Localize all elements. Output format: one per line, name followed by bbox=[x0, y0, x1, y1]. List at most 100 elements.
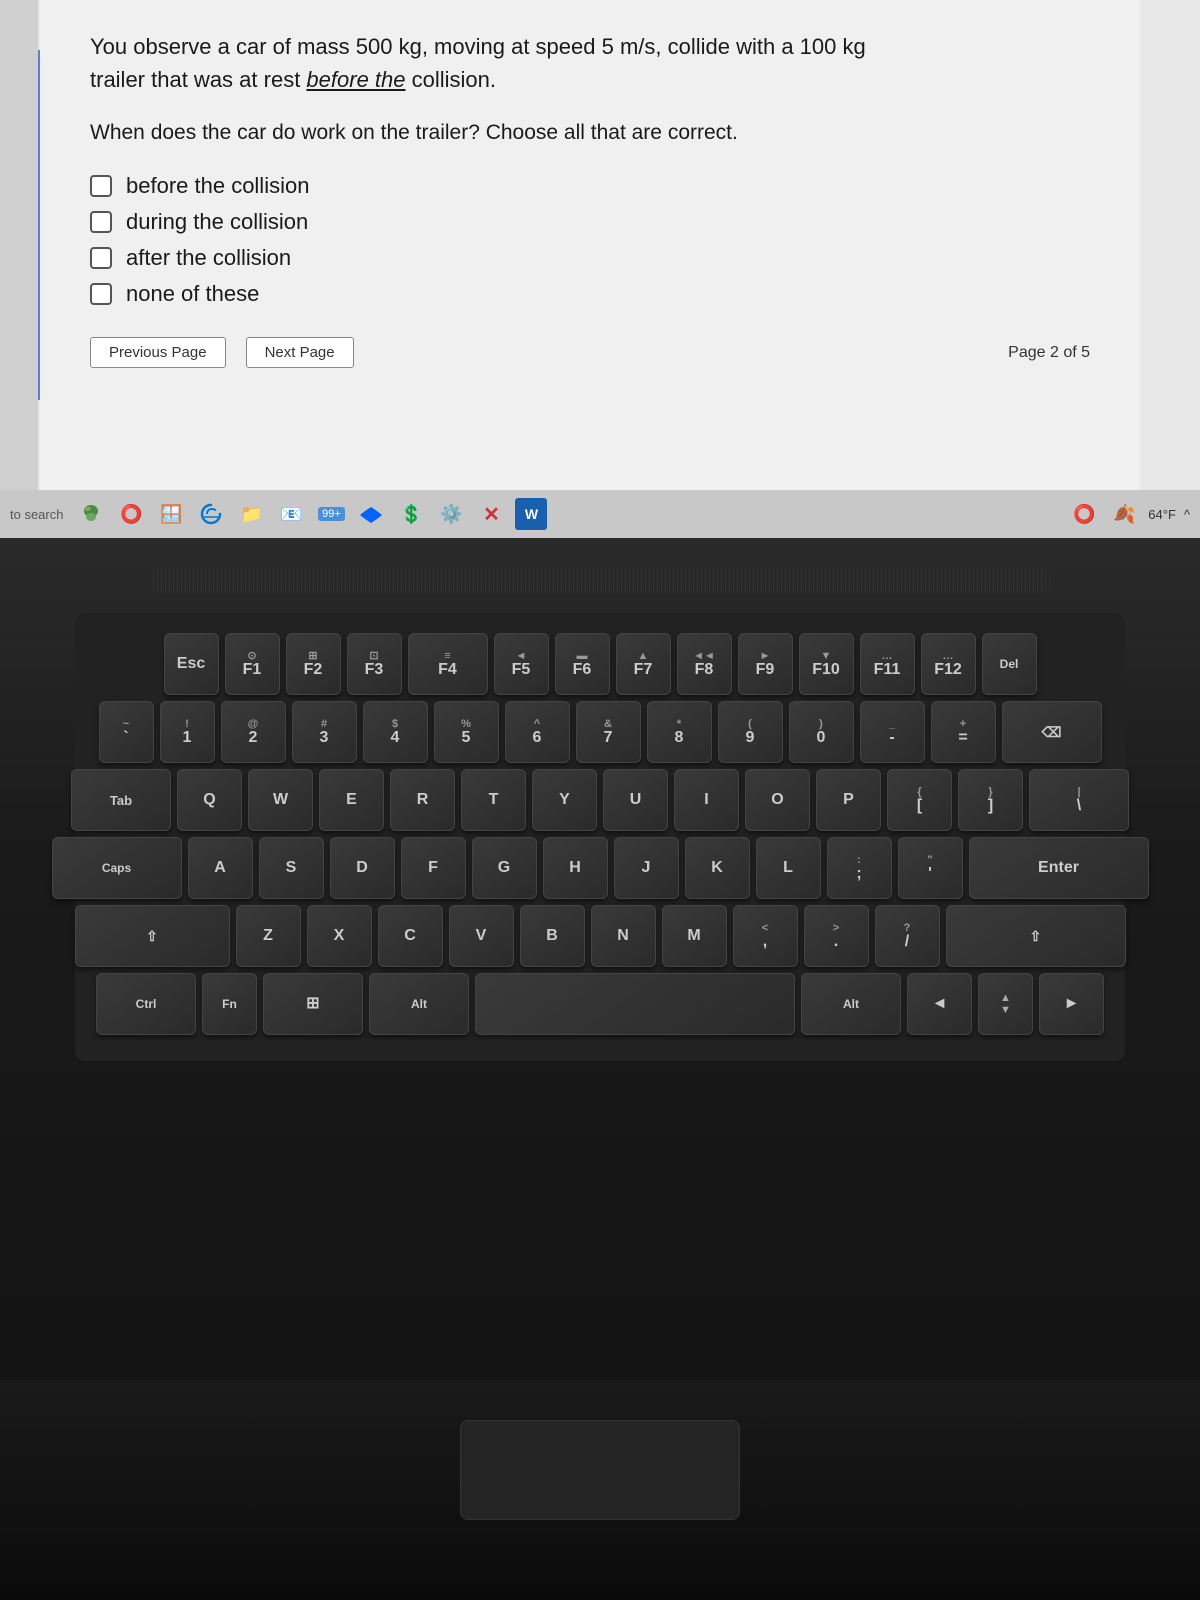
key-m[interactable]: M bbox=[662, 905, 727, 967]
key-semicolon[interactable]: :; bbox=[827, 837, 892, 899]
taskbar-x-icon[interactable]: ✕ bbox=[475, 498, 507, 530]
key-alt-right[interactable]: Alt bbox=[801, 973, 901, 1035]
prev-page-button[interactable]: Previous Page bbox=[90, 337, 226, 368]
key-7[interactable]: &7 bbox=[576, 701, 641, 763]
key-f10[interactable]: ▼F10 bbox=[799, 633, 854, 695]
taskbar-search-button[interactable]: ⭕ bbox=[115, 498, 147, 530]
key-quote[interactable]: "' bbox=[898, 837, 963, 899]
checkbox-after[interactable] bbox=[90, 247, 112, 269]
key-f12[interactable]: …F12 bbox=[921, 633, 976, 695]
key-arrow-left[interactable]: ◄ bbox=[907, 973, 972, 1035]
taskbar-app-icon-bird[interactable] bbox=[75, 498, 107, 530]
key-i[interactable]: I bbox=[674, 769, 739, 831]
key-space[interactable] bbox=[475, 973, 795, 1035]
key-z[interactable]: Z bbox=[236, 905, 301, 967]
key-q[interactable]: Q bbox=[177, 769, 242, 831]
taskbar-word-icon[interactable]: W bbox=[515, 498, 547, 530]
taskbar-badge-icon[interactable]: 99+ bbox=[315, 498, 347, 530]
key-y[interactable]: Y bbox=[532, 769, 597, 831]
checkbox-before[interactable] bbox=[90, 175, 112, 197]
taskbar-settings-icon[interactable]: ⚙️ bbox=[435, 498, 467, 530]
key-enter[interactable]: Enter bbox=[969, 837, 1149, 899]
key-f5[interactable]: ◄F5 bbox=[494, 633, 549, 695]
key-shift-left[interactable]: ⇧ bbox=[75, 905, 230, 967]
key-f1[interactable]: ⊙F1 bbox=[225, 633, 280, 695]
key-fn[interactable]: Fn bbox=[202, 973, 257, 1035]
key-1[interactable]: !1 bbox=[160, 701, 215, 763]
key-t[interactable]: T bbox=[461, 769, 526, 831]
key-f3[interactable]: ⊡F3 bbox=[347, 633, 402, 695]
key-f11[interactable]: …F11 bbox=[860, 633, 915, 695]
key-d[interactable]: D bbox=[330, 837, 395, 899]
key-j[interactable]: J bbox=[614, 837, 679, 899]
key-backslash[interactable]: |\ bbox=[1029, 769, 1129, 831]
key-n[interactable]: N bbox=[591, 905, 656, 967]
key-4[interactable]: $4 bbox=[363, 701, 428, 763]
key-shift-right[interactable]: ⇧ bbox=[946, 905, 1126, 967]
key-l[interactable]: L bbox=[756, 837, 821, 899]
key-tab[interactable]: Tab bbox=[71, 769, 171, 831]
key-windows[interactable]: ⊞ bbox=[263, 973, 363, 1035]
key-p[interactable]: P bbox=[816, 769, 881, 831]
key-5[interactable]: %5 bbox=[434, 701, 499, 763]
key-e[interactable]: E bbox=[319, 769, 384, 831]
key-r[interactable]: R bbox=[390, 769, 455, 831]
key-delete[interactable]: Del bbox=[982, 633, 1037, 695]
taskbar-edge-icon[interactable] bbox=[195, 498, 227, 530]
key-f8[interactable]: ◄◄F8 bbox=[677, 633, 732, 695]
key-o[interactable]: O bbox=[745, 769, 810, 831]
key-ctrl-left[interactable]: Ctrl bbox=[96, 973, 196, 1035]
key-equals[interactable]: += bbox=[931, 701, 996, 763]
choice-before[interactable]: before the collision bbox=[90, 173, 1090, 199]
key-u[interactable]: U bbox=[603, 769, 668, 831]
key-tilde[interactable]: ~` bbox=[99, 701, 154, 763]
key-escape[interactable]: Esc bbox=[164, 633, 219, 695]
key-0[interactable]: )0 bbox=[789, 701, 854, 763]
key-v[interactable]: V bbox=[449, 905, 514, 967]
key-bracket-right[interactable]: }] bbox=[958, 769, 1023, 831]
key-6[interactable]: ^6 bbox=[505, 701, 570, 763]
key-comma[interactable]: <, bbox=[733, 905, 798, 967]
key-g[interactable]: G bbox=[472, 837, 537, 899]
key-2[interactable]: @2 bbox=[221, 701, 286, 763]
choice-during[interactable]: during the collision bbox=[90, 209, 1090, 235]
key-caps[interactable]: Caps bbox=[52, 837, 182, 899]
trackpad[interactable] bbox=[460, 1420, 740, 1520]
key-f[interactable]: F bbox=[401, 837, 466, 899]
taskbar-dropbox-icon[interactable] bbox=[355, 498, 387, 530]
key-f7[interactable]: ▲F7 bbox=[616, 633, 671, 695]
key-b[interactable]: B bbox=[520, 905, 585, 967]
key-backspace[interactable]: ⌫ bbox=[1002, 701, 1102, 763]
key-3[interactable]: #3 bbox=[292, 701, 357, 763]
taskbar-circle-icon[interactable]: ⭕ bbox=[1068, 498, 1100, 530]
key-8[interactable]: *8 bbox=[647, 701, 712, 763]
key-f2[interactable]: ⊞F2 bbox=[286, 633, 341, 695]
key-9[interactable]: (9 bbox=[718, 701, 783, 763]
choice-after[interactable]: after the collision bbox=[90, 245, 1090, 271]
key-f6[interactable]: ▬F6 bbox=[555, 633, 610, 695]
choice-none[interactable]: none of these bbox=[90, 281, 1090, 307]
next-page-button[interactable]: Next Page bbox=[246, 337, 354, 368]
key-arrow-up-down[interactable]: ▲▼ bbox=[978, 973, 1033, 1035]
taskbar-weather-icon[interactable]: 🍂 bbox=[1108, 498, 1140, 530]
key-bracket-left[interactable]: {[ bbox=[887, 769, 952, 831]
key-x[interactable]: X bbox=[307, 905, 372, 967]
key-slash[interactable]: ?/ bbox=[875, 905, 940, 967]
taskbar-folder-icon[interactable]: 📁 bbox=[235, 498, 267, 530]
checkbox-none[interactable] bbox=[90, 283, 112, 305]
key-h[interactable]: H bbox=[543, 837, 608, 899]
key-k[interactable]: K bbox=[685, 837, 750, 899]
checkbox-during[interactable] bbox=[90, 211, 112, 233]
key-f4[interactable]: ≡F4 bbox=[408, 633, 488, 695]
taskbar-mail-icon[interactable]: 📧 bbox=[275, 498, 307, 530]
key-arrow-right[interactable]: ► bbox=[1039, 973, 1104, 1035]
taskbar-windows-button[interactable]: 🪟 bbox=[155, 498, 187, 530]
key-w[interactable]: W bbox=[248, 769, 313, 831]
key-alt-left[interactable]: Alt bbox=[369, 973, 469, 1035]
key-c[interactable]: C bbox=[378, 905, 443, 967]
taskbar-chevron-icon[interactable]: ^ bbox=[1184, 507, 1190, 522]
key-s[interactable]: S bbox=[259, 837, 324, 899]
key-a[interactable]: A bbox=[188, 837, 253, 899]
key-period[interactable]: >. bbox=[804, 905, 869, 967]
key-minus[interactable]: _- bbox=[860, 701, 925, 763]
